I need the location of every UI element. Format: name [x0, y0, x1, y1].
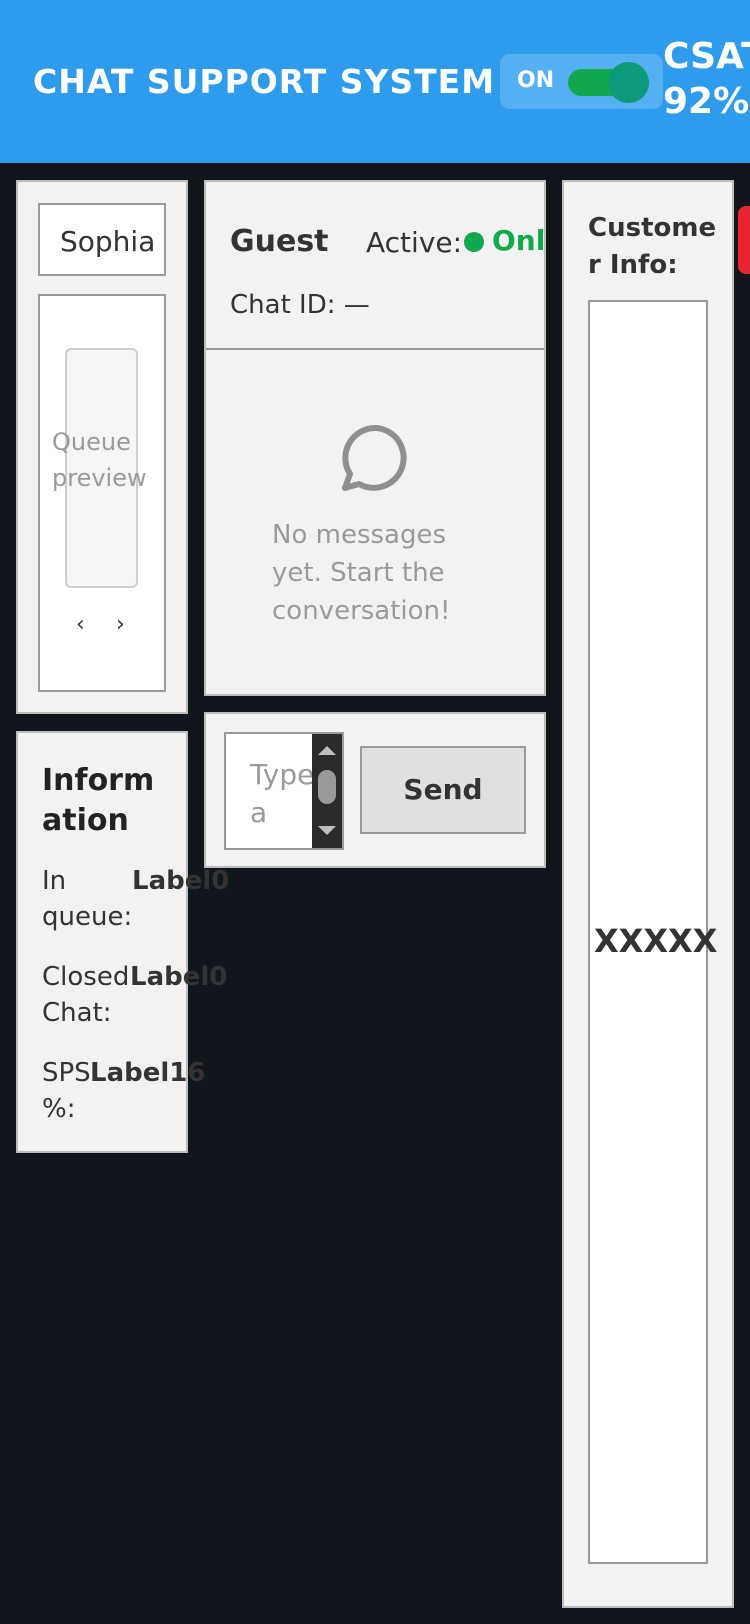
- chat-bubble-icon: [342, 424, 407, 491]
- online-status-dot: [464, 232, 484, 252]
- csat-value: 92%: [663, 81, 750, 122]
- agent-name-field[interactable]: Sophia: [38, 203, 166, 276]
- info-value: Label0: [132, 866, 230, 896]
- chat-header: Guest Active: Online Chat ID: —: [206, 182, 544, 350]
- composer-panel: Type a Send: [204, 712, 546, 868]
- app-title: CHAT SUPPORT SYSTEM: [33, 62, 496, 101]
- scroll-thumb[interactable]: [318, 770, 336, 804]
- info-value: Label16: [90, 1058, 206, 1088]
- guest-name: Guest: [230, 224, 329, 259]
- send-button[interactable]: Send: [360, 746, 526, 834]
- chat-panel: Guest Active: Online Chat ID: — No messa…: [204, 180, 546, 696]
- info-key: Closed Chat:: [42, 962, 130, 1028]
- scroll-down-arrow-icon[interactable]: [318, 826, 336, 835]
- info-key: In queue:: [42, 866, 133, 932]
- queue-box: Queue preview ‹ ›: [38, 294, 166, 692]
- message-input[interactable]: Type a: [224, 732, 344, 850]
- queue-preview-text: Queue preview: [52, 428, 147, 492]
- customer-info-panel: Customer Info: XXXXX: [562, 180, 734, 1608]
- toggle-knob[interactable]: [608, 62, 649, 103]
- csat-indicator: CSAT 92%: [663, 34, 750, 124]
- active-label: Active:: [366, 226, 463, 259]
- chat-id: Chat ID: —: [230, 290, 370, 320]
- info-panel: Information In queue: Label0 Closed Chat…: [16, 731, 229, 1153]
- customer-info-title: Customer Info:: [588, 213, 717, 280]
- customer-info-box: XXXXX: [588, 300, 718, 1564]
- queue-prev-button[interactable]: ‹: [76, 612, 85, 637]
- customer-info-placeholder: XXXXX: [594, 922, 718, 960]
- red-side-tab[interactable]: [738, 206, 750, 274]
- info-value: Label0: [130, 962, 228, 992]
- app-header: CHAT SUPPORT SYSTEM ON CSAT 92%: [0, 0, 750, 163]
- message-scrollbar[interactable]: [312, 734, 342, 848]
- queue-panel: Sophia Queue preview ‹ ›: [16, 180, 188, 714]
- online-status-text: Online: [492, 224, 544, 257]
- toggle-label: ON: [517, 68, 555, 93]
- info-key: SPS %:: [42, 1058, 91, 1124]
- queue-next-button[interactable]: ›: [116, 612, 125, 637]
- online-toggle[interactable]: ON: [500, 54, 663, 109]
- scroll-up-arrow-icon[interactable]: [318, 746, 336, 755]
- empty-chat-message: No messages yet. Start the conversation!: [272, 520, 451, 626]
- csat-label: CSAT: [663, 36, 750, 77]
- message-placeholder: Type a: [250, 758, 315, 829]
- info-title: Information: [42, 763, 155, 838]
